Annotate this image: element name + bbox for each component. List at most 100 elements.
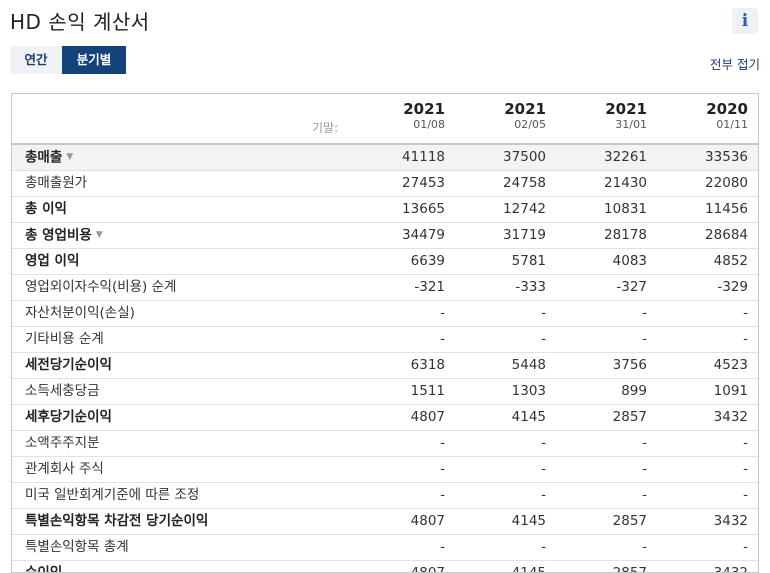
row-label: 관계회사 주식: [25, 457, 104, 482]
table-cell: 6639: [410, 253, 445, 269]
table-cell: 4807: [410, 565, 445, 573]
table-cell: -: [440, 461, 445, 477]
collapse-all-link[interactable]: 전부 접기: [710, 54, 760, 73]
table-cell: 3756: [612, 357, 647, 373]
row-label-text: 자산처분이익(손실): [25, 305, 135, 321]
table-cell: 41118: [402, 149, 445, 165]
table-cell: 28684: [705, 227, 748, 243]
table-cell: 4807: [410, 513, 445, 529]
table-row: 소득세충당금 1511 1303 899 1091: [12, 379, 758, 405]
table-cell: 2857: [612, 565, 647, 573]
tab-annual[interactable]: 연간: [10, 46, 62, 74]
row-label-text: 총매출: [25, 149, 63, 166]
column-header: 2021 31/01: [557, 100, 647, 132]
table-cell: -333: [515, 279, 546, 295]
table-cell: 24758: [503, 175, 546, 191]
table-row: 특별손익항목 총계 - - - -: [12, 535, 758, 561]
table-cell: -: [541, 461, 546, 477]
table-cell: 5448: [511, 357, 546, 373]
column-header: 2021 02/05: [456, 100, 546, 132]
table-row: 총 이익 13665 12742 10831 11456: [12, 197, 758, 223]
table-cell: 1091: [713, 383, 748, 399]
row-label-text: 세전당기순이익: [25, 357, 112, 373]
table-row: 총매출원가 27453 24758 21430 22080: [12, 171, 758, 197]
table-cell: -: [541, 435, 546, 451]
table-cell: -327: [616, 279, 647, 295]
table-cell: -: [440, 305, 445, 321]
tab-quarterly[interactable]: 분기별: [62, 46, 126, 74]
table-cell: 27453: [402, 175, 445, 191]
page-title: HD 손익 계산서: [10, 10, 150, 34]
table-cell: 4083: [612, 253, 647, 269]
column-year: 2021: [403, 100, 445, 118]
table-row: 영업 이익 6639 5781 4083 4852: [12, 249, 758, 275]
table-cell: -: [642, 305, 647, 321]
row-label: 소득세충당금: [25, 379, 100, 404]
table-row[interactable]: 총매출 ▼ 41118 37500 32261 33536: [12, 145, 758, 171]
table-cell: -: [642, 461, 647, 477]
table-row[interactable]: 총 영업비용 ▼ 34479 31719 28178 28684: [12, 223, 758, 249]
table-cell: 2857: [612, 513, 647, 529]
column-header: 2021 01/08: [355, 100, 445, 132]
row-label: 특별손익항목 총계: [25, 535, 129, 560]
table-cell: 899: [621, 383, 647, 399]
table-cell: 37500: [503, 149, 546, 165]
table-cell: 1303: [511, 383, 546, 399]
table-body: 총매출 ▼ 41118 37500 32261 33536 총매출원가 27453 24758 2…: [12, 145, 758, 573]
column-date: 01/08: [413, 118, 445, 131]
table-cell: 4145: [511, 513, 546, 529]
table-cell: 4145: [511, 409, 546, 425]
table-cell: 13665: [402, 201, 445, 217]
row-label-text: 총매출원가: [25, 175, 88, 191]
column-year: 2020: [706, 100, 748, 118]
row-label: 영업 이익: [25, 249, 79, 274]
row-label-text: 순이익: [25, 565, 63, 573]
table-cell: 33536: [705, 149, 748, 165]
row-label[interactable]: 총 영업비용 ▼: [25, 223, 103, 249]
table-cell: -: [541, 487, 546, 503]
table-cell: 12742: [503, 201, 546, 217]
row-label[interactable]: 총매출 ▼: [25, 145, 73, 171]
column-date: 02/05: [514, 118, 546, 131]
table-cell: -: [440, 487, 445, 503]
table-cell: -: [743, 305, 748, 321]
table-row: 세후당기순이익 4807 4145 2857 3432: [12, 405, 758, 431]
table-row: 자산처분이익(손실) - - - -: [12, 301, 758, 327]
table-cell: -: [440, 539, 445, 555]
column-year: 2021: [605, 100, 647, 118]
row-label-text: 영업 이익: [25, 253, 80, 269]
row-label: 총매출원가: [25, 171, 87, 196]
table-cell: -: [541, 539, 546, 555]
table-row: 기타비용 순계 - - - -: [12, 327, 758, 353]
income-statement-table: 기말: 2021 01/08 2021 02/05 2021 31/01 202…: [11, 93, 759, 573]
table-row: 세전당기순이익 6318 5448 3756 4523: [12, 353, 758, 379]
info-icon[interactable]: i: [732, 8, 758, 34]
table-cell: 5781: [511, 253, 546, 269]
row-label: 기타비용 순계: [25, 327, 104, 352]
row-label: 순이익: [25, 561, 63, 573]
table-cell: -: [743, 461, 748, 477]
table-cell: 34479: [402, 227, 445, 243]
row-label-text: 특별손익항목 차감전 당기순이익: [25, 513, 209, 529]
table-cell: 32261: [604, 149, 647, 165]
table-cell: -: [743, 487, 748, 503]
row-label-text: 영업외이자수익(비용) 순계: [25, 279, 177, 295]
chevron-down-icon[interactable]: ▼: [96, 230, 103, 240]
table-cell: 31719: [503, 227, 546, 243]
row-label-text: 총 이익: [25, 201, 67, 217]
table-cell: -: [440, 331, 445, 347]
table-cell: -321: [414, 279, 445, 295]
row-label: 세후당기순이익: [25, 405, 112, 430]
table-cell: 21430: [604, 175, 647, 191]
table-cell: -: [642, 539, 647, 555]
table-cell: 11456: [705, 201, 748, 217]
table-cell: -: [642, 435, 647, 451]
row-label-text: 소득세충당금: [25, 383, 100, 399]
period-tabs: 연간 분기별: [10, 46, 126, 74]
row-label: 소액주주지분: [25, 431, 100, 456]
column-date: 31/01: [615, 118, 647, 131]
chevron-down-icon[interactable]: ▼: [66, 152, 73, 162]
table-row: 영업외이자수익(비용) 순계 -321 -333 -327 -329: [12, 275, 758, 301]
table-cell: 22080: [705, 175, 748, 191]
row-label-text: 관계회사 주식: [25, 461, 104, 477]
